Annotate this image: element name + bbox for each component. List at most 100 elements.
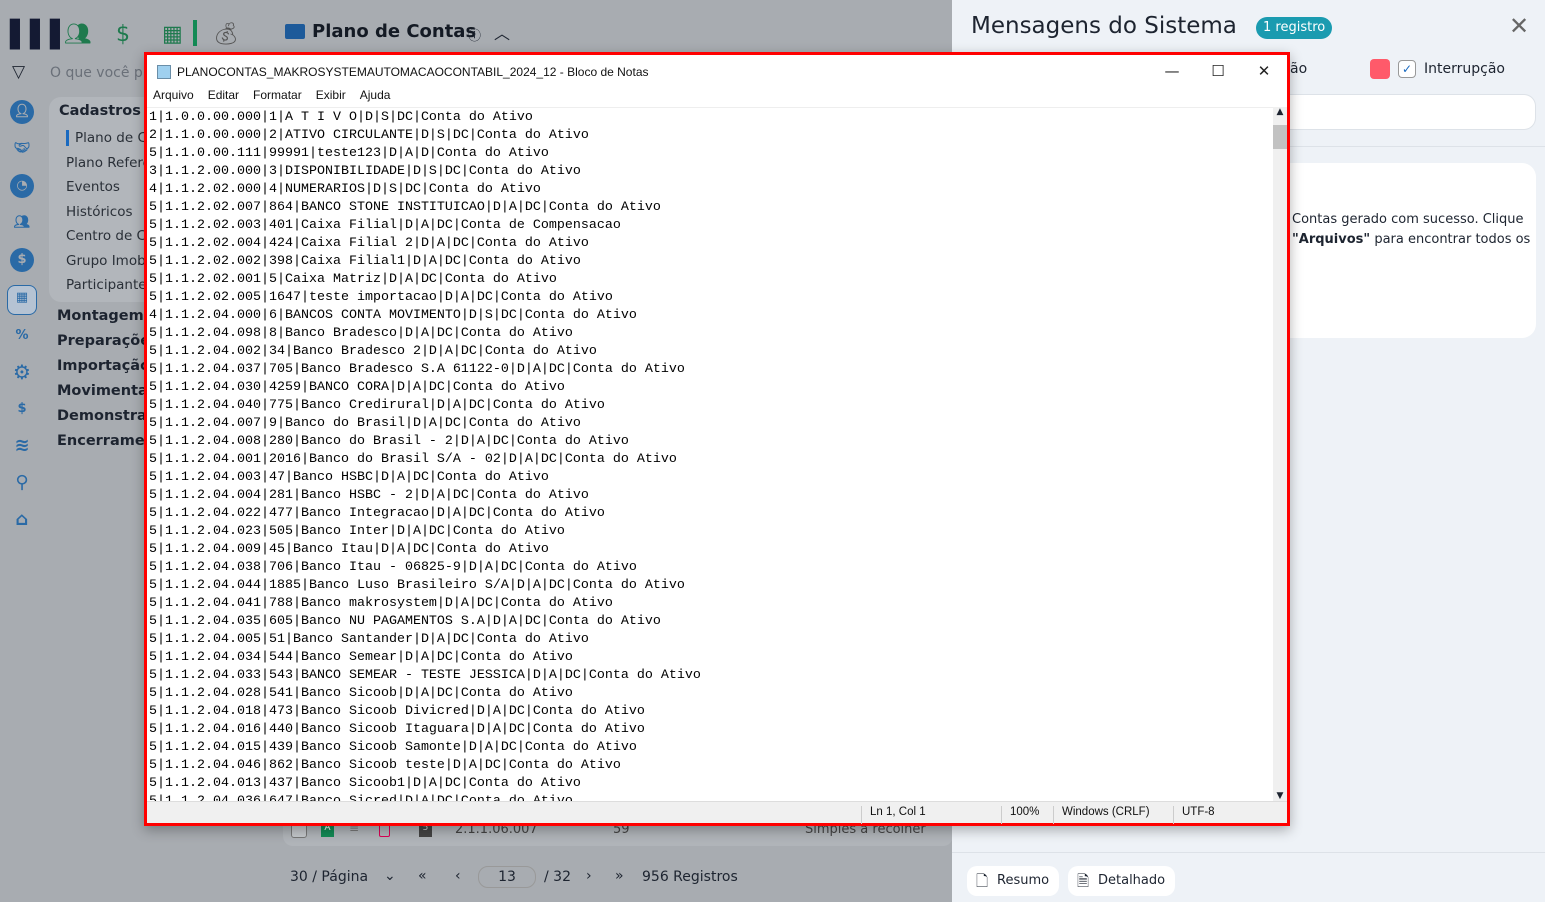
prev-page-button[interactable]: ‹ [455, 868, 461, 884]
scroll-down-arrow[interactable]: ▼ [1273, 791, 1287, 801]
filter-icon[interactable]: ▽ [12, 62, 25, 82]
calculator-icon[interactable]: ▦ [7, 285, 37, 315]
users-icon[interactable]: 👥︎ [10, 211, 34, 235]
line-ending: Windows (CRLF) [1053, 806, 1173, 824]
text-line: 5|1.1.2.04.008|280|Banco do Brasil - 2|D… [149, 434, 629, 449]
text-line: 5|1.1.2.04.036|647|Banco Sicred|D|A|DC|C… [149, 793, 1273, 801]
text-line: 5|1.1.0.00.111|99991|teste123|D|A|D|Cont… [149, 146, 549, 161]
clock-icon[interactable]: ◔ [10, 174, 34, 198]
text-line: 5|1.1.2.04.034|544|Banco Semear|D|A|DC|C… [149, 650, 573, 665]
close-button[interactable]: ✕ [1241, 55, 1287, 88]
scroll-up-arrow[interactable]: ▲ [1273, 107, 1287, 121]
menu-arquivo[interactable]: Arquivo [153, 88, 194, 106]
menu-montagem[interactable]: Montagem [57, 308, 144, 324]
menu-formatar[interactable]: Formatar [253, 88, 302, 106]
active-indicator [193, 20, 197, 46]
resumo-button[interactable]: 🗋 Resumo [967, 866, 1060, 896]
text-line: 5|1.1.2.04.028|541|Banco Sicoob|D|A|DC|C… [149, 686, 573, 701]
minimize-button[interactable]: — [1149, 55, 1195, 88]
info-icon[interactable]: ⓘ [468, 25, 481, 44]
gear-icon[interactable]: ⚙ [10, 360, 34, 384]
menu-encerramento[interactable]: Encerramen [57, 433, 155, 449]
footer-divider [952, 852, 1545, 853]
message-link-arquivos[interactable]: "Arquivos" [1292, 232, 1370, 247]
text-line: 5|1.1.2.04.030|4259|BANCO CORA|D|A|DC|Co… [149, 380, 565, 395]
menu-participantes[interactable]: Participante [66, 277, 147, 293]
menu-importacao[interactable]: Importação [57, 358, 150, 374]
percent-icon[interactable]: % [10, 324, 34, 348]
last-page-button[interactable]: » [615, 868, 624, 884]
text-line: 5|1.1.2.02.001|5|Caixa Matriz|D|A|DC|Con… [149, 272, 557, 287]
chevron-up-icon[interactable]: ︿ [494, 20, 510, 44]
encoding: UTF-8 [1173, 806, 1273, 824]
next-page-button[interactable]: › [586, 868, 592, 884]
cadastros-card [49, 97, 159, 302]
first-page-button[interactable]: « [418, 868, 427, 884]
text-line: 5|1.1.2.04.033|543|BANCO SEMEAR - TESTE … [149, 668, 701, 683]
layers-icon[interactable]: ≋ [10, 434, 34, 458]
dollar-icon[interactable]: $ [116, 22, 130, 47]
text-line: 5|1.1.2.04.046|862|Banco Sicoob teste|D|… [149, 758, 621, 773]
text-line: 5|1.1.2.04.018|473|Banco Sicoob Divicred… [149, 704, 645, 719]
search-input[interactable]: O que você p [50, 65, 143, 81]
page-input[interactable]: 13 [478, 866, 536, 888]
menu-grupo-imobilizado[interactable]: Grupo Imob [66, 253, 146, 269]
interrupt-checkbox[interactable]: ✓ [1398, 60, 1416, 78]
notepad-titlebar[interactable]: PLANOCONTAS_MAKROSYSTEMAUTOMACAOCONTABIL… [147, 55, 1287, 88]
messages-search-input[interactable] [1252, 94, 1536, 130]
calculator-icon[interactable]: ▦ [162, 22, 183, 47]
text-line: 5|1.1.2.04.035|605|Banco NU PAGAMENTOS S… [149, 614, 661, 629]
text-line: 5|1.1.2.04.098|8|Banco Bradesco|D|A|DC|C… [149, 326, 573, 341]
text-line: 2|1.1.0.00.000|2|ATIVO CIRCULANTE|D|S|DC… [149, 128, 589, 143]
text-line: 5|1.1.2.04.040|775|Banco Credirural|D|A|… [149, 398, 605, 413]
dollar-circle-icon[interactable]: $ [10, 248, 34, 272]
alert-color-swatch [1370, 59, 1390, 79]
text-line: 5|1.1.2.04.004|281|Banco HSBC - 2|D|A|DC… [149, 488, 589, 503]
pagination: 30 / Página ⌄ « ‹ 13 / 32 › » 956 Regist… [290, 866, 750, 890]
text-line: 1|1.0.0.00.000|1|A T I V O|D|S|DC|Conta … [149, 110, 533, 125]
search-icon[interactable]: ⚲ [10, 471, 34, 495]
text-line: 5|1.1.2.04.044|1885|Banco Luso Brasileir… [149, 578, 685, 593]
message-line1: Contas gerado com sucesso. Clique [1292, 212, 1524, 227]
text-line: 5|1.1.2.02.005|1647|teste importacao|D|A… [149, 290, 613, 305]
scroll-thumb[interactable] [1273, 125, 1287, 149]
menu-centro-de-custo[interactable]: Centro de C [66, 228, 146, 244]
menu-plano-de-contas[interactable]: Plano de C [75, 130, 147, 146]
people-icon[interactable]: 👥︎ [64, 22, 92, 47]
text-line: 5|1.1.2.02.007|864|BANCO STONE INSTITUIC… [149, 200, 661, 215]
menu-cadastros[interactable]: Cadastros [59, 103, 141, 119]
handshake-icon[interactable]: 🤝︎ [10, 137, 34, 161]
money-bag-icon[interactable]: 💰︎ [212, 22, 240, 47]
text-line: 5|1.1.2.04.022|477|Banco Integracao|D|A|… [149, 506, 605, 521]
messages-title: Mensagens do Sistema [971, 13, 1237, 39]
notepad-text-area[interactable]: 1|1.0.0.00.000|1|A T I V O|D|S|DC|Conta … [147, 107, 1273, 801]
menu-exibir[interactable]: Exibir [316, 88, 346, 106]
menu-plano-referencial[interactable]: Plano Refere [66, 155, 151, 171]
notepad-window: PLANOCONTAS_MAKROSYSTEMAUTOMACAOCONTABIL… [144, 52, 1290, 826]
menu-demonstracoes[interactable]: Demonstraç [57, 408, 155, 424]
text-line: 5|1.1.2.04.009|45|Banco Itau|D|A|DC|Cont… [149, 542, 549, 557]
text-line: 5|1.1.2.04.023|505|Banco Inter|D|A|DC|Co… [149, 524, 565, 539]
per-page-select[interactable]: 30 / Página [290, 869, 368, 885]
menu-eventos[interactable]: Eventos [66, 179, 120, 195]
chevron-down-icon[interactable]: ⌄ [384, 868, 396, 884]
close-icon[interactable]: ✕ [1509, 12, 1529, 40]
text-line: 5|1.1.2.02.003|401|Caixa Filial|D|A|DC|C… [149, 218, 621, 233]
menu-ajuda[interactable]: Ajuda [360, 88, 391, 106]
menu-movimentacao[interactable]: Movimentaç [57, 383, 156, 399]
home-icon[interactable]: ⌂ [10, 508, 34, 532]
interrupt-label: Interrupção [1424, 61, 1505, 77]
maximize-button[interactable]: ☐ [1195, 55, 1241, 88]
text-line: 5|1.1.2.04.013|437|Banco Sicoob1|D|A|DC|… [149, 776, 581, 791]
text-line: 5|1.1.2.04.007|9|Banco do Brasil|D|A|DC|… [149, 416, 581, 431]
vertical-scrollbar[interactable]: ▲ ▼ [1273, 107, 1287, 801]
text-line: 4|1.1.2.04.000|6|BANCOS CONTA MOVIMENTO|… [149, 308, 637, 323]
user-settings-icon[interactable]: 👤︎ [10, 100, 34, 124]
detalhado-button[interactable]: 🗎 Detalhado [1068, 866, 1176, 896]
monitor-icon [285, 24, 305, 39]
menu-editar[interactable]: Editar [208, 88, 239, 106]
money-bag-icon[interactable]: $ [10, 397, 34, 421]
active-marker [66, 130, 69, 146]
text-line: 5|1.1.2.04.001|2016|Banco do Brasil S/A … [149, 452, 677, 467]
menu-historicos[interactable]: Históricos [66, 204, 133, 220]
